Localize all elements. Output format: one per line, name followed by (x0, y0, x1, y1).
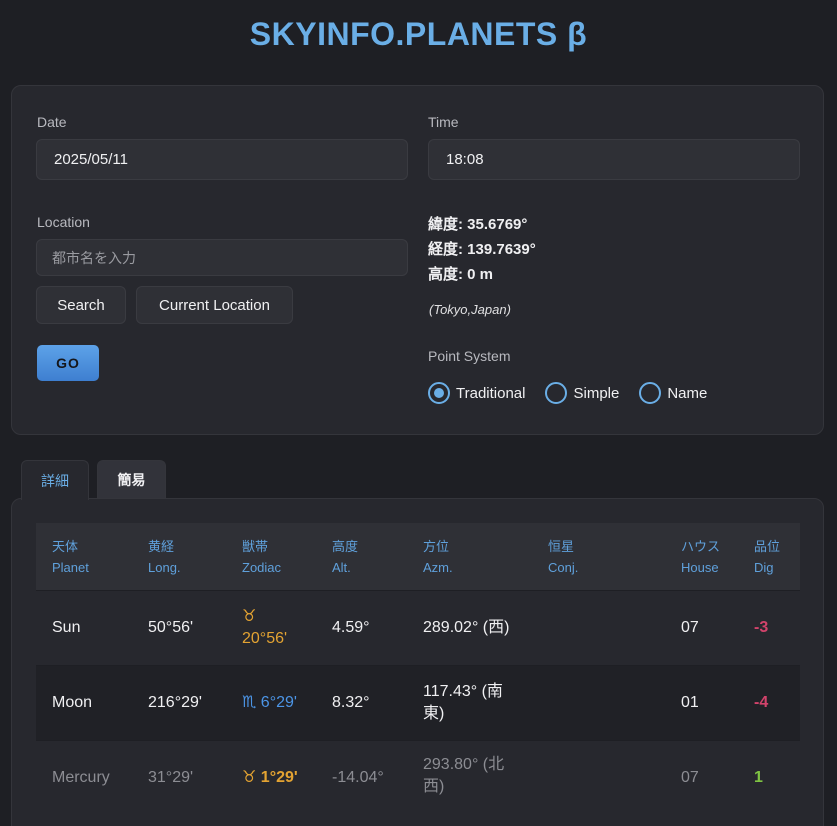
cell-azm: 117.43° (南 東) (423, 683, 503, 722)
radio-checked-icon (428, 382, 450, 404)
app-title: SKYINFO.PLANETS β (249, 16, 588, 52)
header-planet: 天体 Planet (52, 539, 89, 575)
planet-table: 天体 Planet 黄経 Long. 獣帯 Zodiac 高度 Alt. 方位 Azm. … (11, 498, 824, 826)
radio-unchecked-icon (639, 382, 662, 404)
cell-zodiac: ♏ 6°29' (242, 692, 297, 714)
table-header: 天体 Planet 黄経 Long. 獣帯 Zodiac 高度 Alt. 方位 Azm. … (36, 523, 800, 590)
cell-alt: 8.32° (332, 694, 370, 711)
date-input[interactable]: 2025/05/11 (36, 139, 408, 180)
cell-planet: Moon (52, 694, 93, 711)
cell-azm: 289.02° (西) (423, 619, 510, 636)
header-conj: 恒星 Conj. (548, 539, 579, 575)
go-button[interactable]: GO (37, 345, 99, 381)
altitude-text: 高度: 0 m (428, 266, 494, 283)
header-house: ハウス House (681, 539, 721, 575)
search-button[interactable]: Search (36, 286, 126, 324)
header-zodiac: 獣帯 Zodiac (242, 539, 282, 575)
header-alt: 高度 Alt. (332, 539, 359, 575)
cell-long: 216°29' (148, 694, 202, 711)
cell-zodiac: ♉ 20°56' (242, 608, 288, 647)
cell-house: 01 (681, 694, 699, 711)
table-row: Sun 50°56' ♉ 20°56' 4.59° 289.02° (西) 07… (36, 590, 800, 665)
cell-planet: Sun (52, 619, 81, 636)
radio-label: Simple (573, 384, 620, 402)
radio-label: Traditional (456, 384, 526, 402)
header-dig: 品位 Dig (754, 539, 781, 575)
longitude-text: 経度: 139.7639° (428, 241, 536, 258)
taurus-icon: ♉ (242, 608, 257, 625)
header-long: 黄経 Long. (148, 539, 181, 575)
place-name: (Tokyo,Japan) (429, 302, 511, 317)
cell-dig: -4 (754, 694, 769, 711)
cell-planet: Mercury (52, 769, 110, 786)
time-label: Time (428, 114, 459, 130)
current-location-button[interactable]: Current Location (136, 286, 293, 324)
table-row: Mercury 31°29' ♉ 1°29' -14.04° 293.80° (… (36, 740, 800, 815)
cell-house: 07 (681, 769, 699, 786)
cell-zodiac: ♉ 1°29' (242, 767, 298, 789)
cell-long: 50°56' (148, 619, 194, 636)
cell-dig: 1 (754, 769, 763, 786)
radio-name[interactable]: Name (639, 382, 707, 404)
time-input[interactable]: 18:08 (428, 139, 800, 180)
header-azm: 方位 Azm. (423, 539, 453, 575)
cell-alt: 4.59° (332, 619, 370, 636)
input-panel: Date 2025/05/11 Time 18:08 Location 都市名を… (11, 85, 824, 435)
tab-simple[interactable]: 簡易 (97, 460, 166, 499)
point-system-radio-group: Traditional Simple Name (428, 382, 727, 404)
radio-traditional[interactable]: Traditional (428, 382, 525, 404)
cell-dig: -3 (754, 619, 769, 636)
latitude-text: 緯度: 35.6769° (428, 216, 528, 233)
cell-long: 31°29' (148, 769, 194, 786)
location-input[interactable]: 都市名を入力 (36, 239, 408, 276)
radio-simple[interactable]: Simple (545, 382, 619, 404)
point-system-label: Point System (428, 348, 511, 364)
scorpio-icon: ♏ (242, 694, 257, 711)
cell-house: 07 (681, 619, 699, 636)
location-label: Location (37, 214, 90, 230)
tab-detail[interactable]: 詳細 (21, 460, 89, 500)
cell-alt: -14.04° (332, 769, 384, 786)
cell-azm: 293.80° (北 西) (423, 756, 505, 795)
radio-unchecked-icon (545, 382, 568, 404)
table-row: Moon 216°29' ♏ 6°29' 8.32° 117.43° (南 東)… (36, 665, 800, 740)
taurus-icon: ♉ (242, 769, 257, 786)
radio-label: Name (667, 384, 708, 402)
date-label: Date (37, 114, 67, 130)
